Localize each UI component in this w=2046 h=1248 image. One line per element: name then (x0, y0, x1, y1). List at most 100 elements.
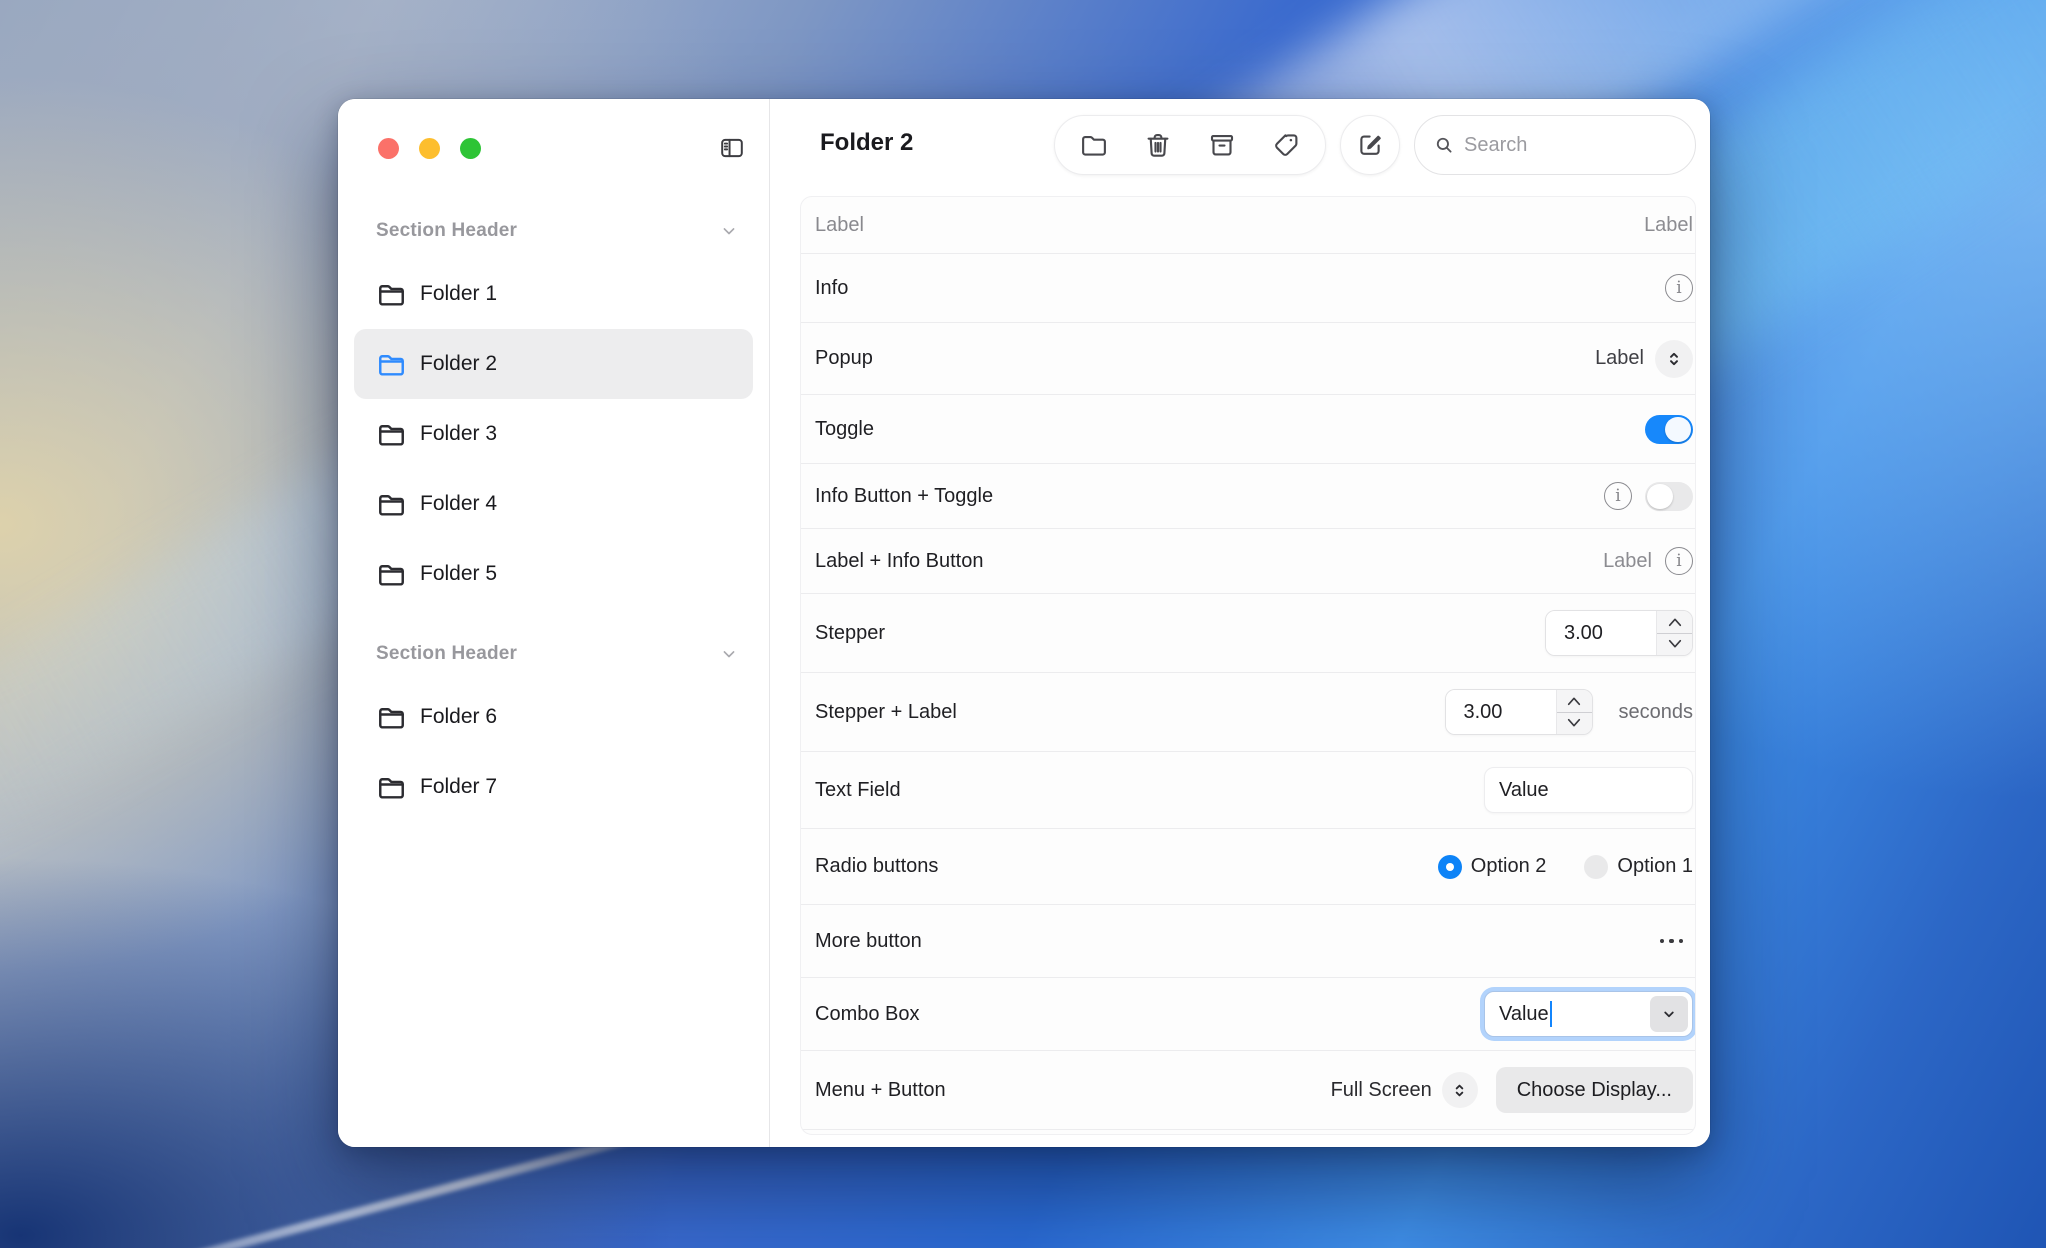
row-label-text: Label + Info Button (815, 550, 983, 573)
chevron-down-icon (1667, 638, 1683, 650)
tag-icon (1271, 130, 1301, 160)
sidebar-item-folder-4[interactable]: Folder 4 (354, 469, 753, 539)
traffic-lights (338, 137, 769, 159)
section-header-label: Section Header (376, 220, 517, 242)
folder-label: Folder 5 (420, 562, 497, 586)
compose-icon (1355, 130, 1385, 160)
row-combo: Combo Box Value (801, 978, 1695, 1051)
chevron-up-down-icon (1442, 1072, 1478, 1108)
radio-label: Option 1 (1617, 855, 1693, 878)
more-button[interactable] (1660, 939, 1694, 944)
radio-option-2[interactable]: Option 2 (1438, 855, 1547, 879)
info-button[interactable]: i (1604, 482, 1632, 510)
ellipsis-icon (1660, 939, 1665, 944)
sidebar-item-folder-6[interactable]: Folder 6 (354, 682, 753, 752)
archive-button[interactable] (1207, 130, 1237, 160)
menu-popup-button[interactable]: Full Screen (1331, 1072, 1478, 1108)
row-label-text: Stepper + Label (815, 701, 957, 724)
chevron-up-icon (1667, 616, 1683, 628)
text-field-input[interactable] (1499, 779, 1678, 802)
stepper-value: 3.00 (1546, 611, 1656, 655)
info-icon: i (1615, 488, 1620, 505)
info-icon: i (1676, 280, 1681, 297)
info-button[interactable]: i (1665, 274, 1693, 302)
search-icon (1433, 134, 1455, 156)
stepper-increment-button[interactable] (1557, 690, 1592, 713)
search-input[interactable] (1464, 134, 1677, 157)
toggle-sidebar-button[interactable] (717, 133, 747, 163)
text-cursor (1550, 1001, 1553, 1027)
row-label-text: Toggle (815, 418, 874, 441)
popup-button[interactable]: Label (1595, 340, 1693, 378)
sidebar-item-folder-7[interactable]: Folder 7 (354, 752, 753, 822)
folder-label: Folder 2 (420, 352, 497, 376)
page-title: Folder 2 (820, 129, 913, 157)
folder-icon (376, 772, 407, 803)
row-info: Info i (801, 254, 1695, 323)
sidebar-item-folder-2-selected[interactable]: Folder 2 (354, 329, 753, 399)
stepper-decrement-button[interactable] (1657, 634, 1692, 656)
row-stepper: Stepper 3.00 (801, 594, 1695, 673)
archive-box-icon (1207, 130, 1237, 160)
stepper-value: 3.00 (1446, 690, 1556, 734)
toolbar-button-group (1054, 115, 1326, 175)
new-folder-button[interactable] (1079, 130, 1109, 160)
radio-selected-icon (1438, 855, 1462, 879)
row-radio: Radio buttons Option 2 Option 1 (801, 829, 1695, 905)
label-value: Label (1644, 214, 1693, 237)
radio-group: Option 2 Option 1 (1438, 855, 1693, 879)
info-icon: i (1676, 553, 1681, 570)
sidebar-nav: Section Header Folder 1 Folder 2 (338, 211, 769, 822)
row-label-text: Text Field (815, 779, 901, 802)
search-field[interactable] (1414, 115, 1696, 175)
row-stepper-label: Stepper + Label 3.00 second (801, 673, 1695, 752)
sidebar-section-header-1[interactable]: Section Header (354, 211, 753, 251)
stepper-unit-label: seconds (1619, 701, 1694, 724)
folder-icon (1079, 130, 1109, 160)
toggle-switch-off[interactable] (1645, 482, 1693, 511)
stepper-increment-button[interactable] (1657, 611, 1692, 634)
row-label: Label Label (801, 197, 1695, 254)
close-button[interactable] (378, 138, 399, 159)
settings-form: Label Label Info i Popup Label T (800, 196, 1696, 1135)
row-popup: Popup Label (801, 323, 1695, 395)
chevron-down-icon (1660, 1005, 1678, 1023)
combo-box[interactable]: Value (1484, 991, 1693, 1037)
info-button[interactable]: i (1665, 547, 1693, 575)
row-label-text: Info (815, 277, 848, 300)
ellipsis-icon (1679, 939, 1684, 944)
row-label-text: Stepper (815, 622, 885, 645)
compose-button[interactable] (1340, 115, 1400, 175)
folder-label: Folder 4 (420, 492, 497, 516)
choose-display-button[interactable]: Choose Display... (1496, 1067, 1693, 1113)
chevron-up-down-icon (1655, 340, 1693, 378)
toggle-switch-on[interactable] (1645, 415, 1693, 444)
text-field[interactable] (1484, 767, 1693, 813)
combo-box-dropdown-button[interactable] (1650, 996, 1688, 1032)
sidebar-item-folder-5[interactable]: Folder 5 (354, 539, 753, 609)
folder-icon (376, 702, 407, 733)
row-label-info: Label + Info Button Label i (801, 529, 1695, 594)
row-more: More button (801, 905, 1695, 978)
stepper-decrement-button[interactable] (1557, 713, 1592, 735)
chevron-down-icon (1566, 717, 1582, 729)
chevron-down-icon (719, 221, 739, 241)
sidebar-item-folder-1[interactable]: Folder 1 (354, 259, 753, 329)
tag-button[interactable] (1271, 130, 1301, 160)
folder-icon (376, 279, 407, 310)
row-label-text: Menu + Button (815, 1079, 946, 1102)
folder-label: Folder 3 (420, 422, 497, 446)
toggle-knob (1647, 484, 1673, 509)
radio-option-1[interactable]: Option 1 (1584, 855, 1693, 879)
folder-label: Folder 7 (420, 775, 497, 799)
delete-button[interactable] (1143, 130, 1173, 160)
minimize-button[interactable] (419, 138, 440, 159)
sidebar-item-folder-3[interactable]: Folder 3 (354, 399, 753, 469)
row-label-text: Info Button + Toggle (815, 485, 993, 508)
zoom-button[interactable] (460, 138, 481, 159)
folder-icon (376, 349, 407, 380)
section-header-label: Section Header (376, 643, 517, 665)
row-label-text: Combo Box (815, 1003, 920, 1026)
sidebar-section-header-2[interactable]: Section Header (354, 634, 753, 674)
main-content: Folder 2 (770, 99, 1710, 1147)
